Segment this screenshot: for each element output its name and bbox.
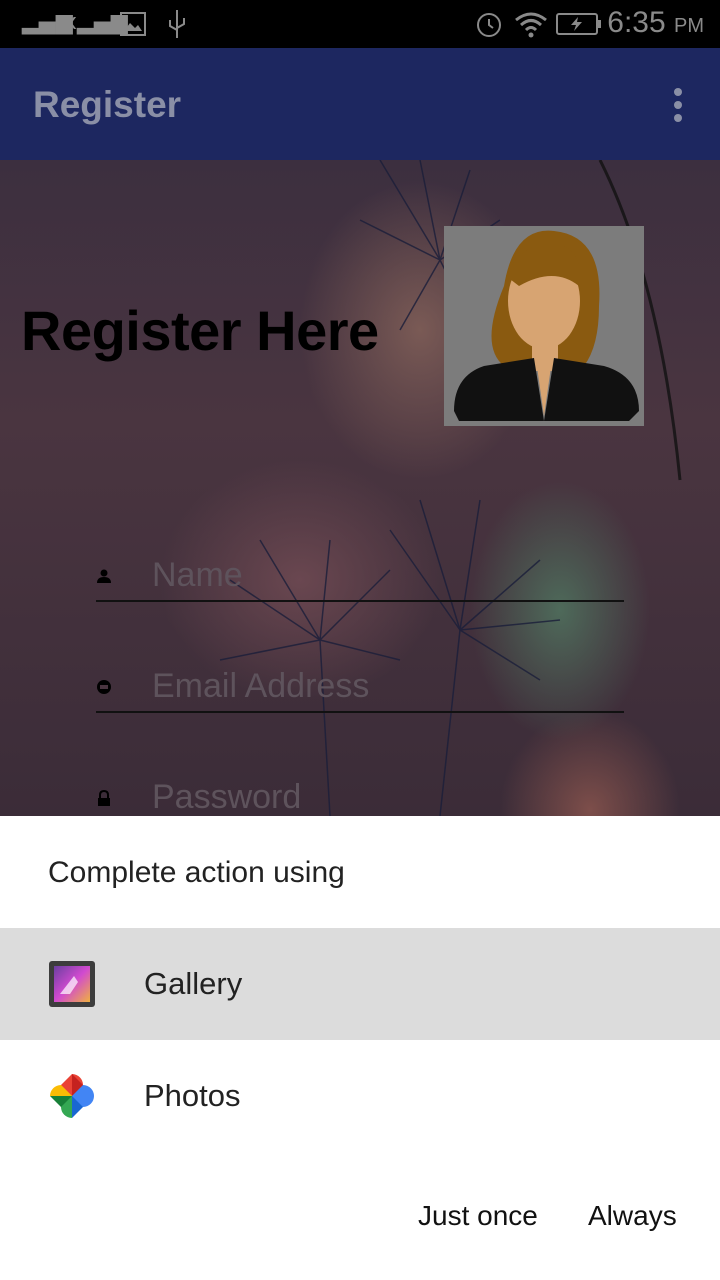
chooser-option-photos[interactable]: Photos bbox=[0, 1040, 720, 1152]
chooser-title: Complete action using bbox=[48, 856, 345, 889]
register-heading: Register Here bbox=[21, 299, 379, 362]
signal-no-service-icon: x▂▄▆ bbox=[64, 10, 128, 35]
always-button[interactable]: Always bbox=[588, 1200, 677, 1232]
lock-icon bbox=[98, 790, 110, 806]
clock: 6:35 PM bbox=[607, 6, 704, 39]
usb-icon bbox=[169, 10, 185, 38]
gallery-icon bbox=[49, 961, 95, 1007]
image-notification-icon bbox=[120, 12, 146, 36]
profile-image[interactable] bbox=[444, 226, 644, 426]
email-placeholder: Email Address bbox=[152, 667, 370, 705]
password-field[interactable]: Password bbox=[96, 772, 624, 822]
chooser-option-label: Photos bbox=[144, 1078, 241, 1113]
battery-charging-icon bbox=[556, 13, 601, 35]
chooser-option-label: Gallery bbox=[144, 966, 243, 1001]
wifi-icon bbox=[515, 12, 547, 38]
overflow-menu-icon[interactable] bbox=[674, 88, 682, 122]
status-bar: ▂▄▆ x▂▄▆ 6:35 PM bbox=[0, 0, 720, 48]
female-avatar-icon bbox=[444, 226, 644, 426]
photos-icon bbox=[50, 1074, 94, 1118]
person-icon bbox=[97, 569, 111, 583]
name-field[interactable]: Name bbox=[96, 550, 624, 602]
email-field[interactable]: Email Address bbox=[96, 661, 624, 713]
alarm-icon bbox=[477, 13, 501, 37]
app-bar-title: Register bbox=[33, 84, 182, 125]
just-once-button[interactable]: Just once bbox=[418, 1200, 538, 1232]
chooser-option-gallery[interactable]: Gallery bbox=[0, 928, 720, 1040]
chooser-dialog: Complete action using Gallery Photos Jus… bbox=[0, 816, 720, 1280]
name-placeholder: Name bbox=[152, 556, 243, 594]
password-placeholder: Password bbox=[152, 778, 302, 816]
email-icon bbox=[97, 680, 111, 694]
app-bar: Register bbox=[0, 48, 720, 160]
